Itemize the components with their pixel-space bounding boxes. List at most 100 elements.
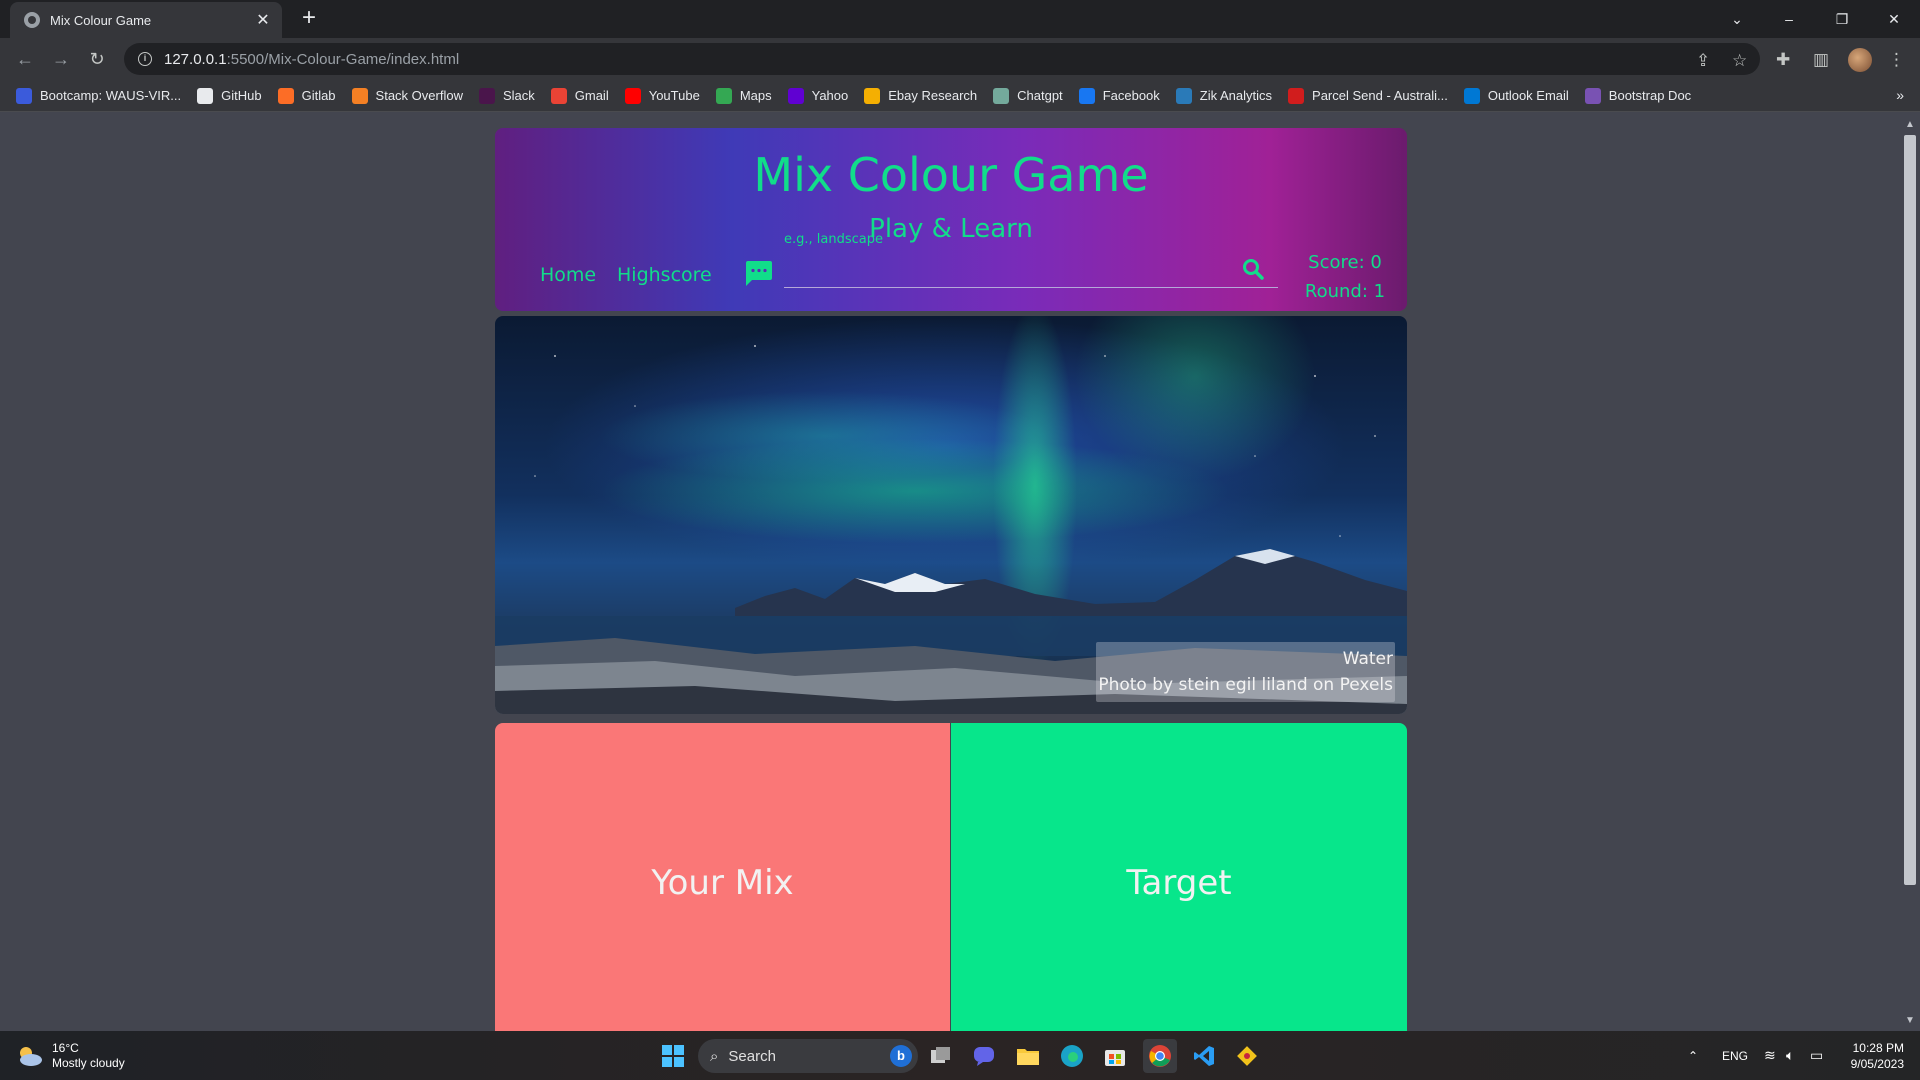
address-bar[interactable]: i 127.0.0.1:5500/Mix-Colour-Game/index.h… <box>124 43 1760 75</box>
extensions-icon[interactable]: ✚ <box>1776 50 1790 70</box>
tray-overflow-icon[interactable]: ⌃ <box>1688 1031 1698 1080</box>
bookmark-label: Parcel Send - Australi... <box>1312 88 1448 103</box>
bookmark-item[interactable]: Maps <box>715 87 772 104</box>
new-tab-button[interactable]: + <box>296 6 322 32</box>
bookmark-item[interactable]: Gmail <box>550 87 609 104</box>
taskbar-clock[interactable]: 10:28 PM 9/05/2023 <box>1832 1040 1904 1072</box>
score-display: Score: 0 <box>1308 252 1382 273</box>
yahoo-icon <box>787 87 804 104</box>
file-explorer-icon[interactable] <box>1011 1039 1045 1073</box>
side-panel-icon[interactable]: ▥ <box>1813 50 1829 70</box>
volume-icon[interactable]: 🔈︎ <box>1786 1031 1794 1080</box>
bookmark-item[interactable]: GitHub <box>197 87 262 104</box>
bookmark-label: Stack Overflow <box>375 88 463 103</box>
bookmark-item[interactable]: Slack <box>478 87 535 104</box>
bookmark-item[interactable]: Stack Overflow <box>351 87 463 104</box>
bing-icon[interactable]: b <box>890 1045 912 1067</box>
search-icon[interactable] <box>1242 258 1264 280</box>
bookmark-item[interactable]: Parcel Send - Australi... <box>1288 87 1448 104</box>
vscode-icon[interactable] <box>1187 1039 1221 1073</box>
language-indicator[interactable]: ENG <box>1722 1031 1748 1080</box>
bookmark-star-icon[interactable]: ☆ <box>1732 51 1747 71</box>
chrome-icon[interactable] <box>1143 1039 1177 1073</box>
minimize-button[interactable]: – <box>1769 4 1809 34</box>
nav-highscore-link[interactable]: Highscore <box>617 264 712 286</box>
nav-home-link[interactable]: Home <box>540 264 596 286</box>
facebook-icon <box>1078 87 1095 104</box>
tab-title: Mix Colour Game <box>50 12 152 28</box>
ebay-icon <box>864 87 881 104</box>
bookmark-item[interactable]: Chatgpt <box>993 87 1063 104</box>
bookmark-label: GitHub <box>221 88 262 103</box>
bootcamp-icon <box>16 87 32 104</box>
page-scrollbar[interactable]: ▲ ▼ <box>1900 113 1920 1031</box>
close-tab-icon[interactable]: ✕ <box>254 10 272 30</box>
maps-icon <box>715 87 732 104</box>
bookmark-item[interactable]: Bootstrap Doc <box>1584 87 1692 104</box>
your-mix-label: Your Mix <box>651 863 794 903</box>
page-subtitle: Play & Learn <box>869 214 1033 244</box>
start-menu-icon[interactable] <box>656 1039 690 1073</box>
bookmark-label: Slack <box>502 88 535 103</box>
bookmark-item[interactable]: Ebay Research <box>864 87 977 104</box>
profile-avatar[interactable] <box>1848 48 1872 72</box>
edge-icon[interactable] <box>1055 1039 1089 1073</box>
chat-icon[interactable] <box>743 259 773 287</box>
menu-icon[interactable]: ⋮ <box>1888 50 1905 70</box>
task-view-icon[interactable] <box>924 1039 958 1073</box>
taskbar-search[interactable]: ⌕ Search b <box>698 1039 918 1073</box>
page-title: Mix Colour Game <box>753 148 1149 202</box>
target-label: Target <box>1126 863 1232 903</box>
youtube-icon <box>624 87 641 104</box>
slack-icon <box>478 87 495 104</box>
scroll-down-icon[interactable]: ▼ <box>1905 1015 1915 1026</box>
battery-icon[interactable]: ▭ <box>1810 1031 1823 1080</box>
clock-time: 10:28 PM <box>1852 1041 1904 1055</box>
site-info-icon[interactable]: i <box>138 52 152 66</box>
bookmarks-overflow-icon[interactable]: » <box>1896 87 1904 103</box>
store-icon[interactable] <box>1098 1039 1132 1073</box>
back-button[interactable]: ← <box>12 46 38 72</box>
round-display: Round: 1 <box>1304 281 1386 302</box>
bookmark-label: YouTube <box>648 88 700 103</box>
bookmark-item[interactable]: Zik Analytics <box>1175 87 1273 104</box>
wifi-icon[interactable]: ≋ <box>1764 1031 1776 1080</box>
git-app-icon[interactable] <box>1230 1039 1264 1073</box>
gmail-icon <box>550 87 567 104</box>
photo-caption-title: Water <box>1342 649 1393 669</box>
browser-tab[interactable]: Mix Colour Game ✕ <box>10 2 282 38</box>
bookmark-item[interactable]: Yahoo <box>787 87 848 104</box>
image-search-input[interactable] <box>784 248 1278 288</box>
photo-credit-link[interactable]: Photo by stein egil liland on Pexels <box>1098 672 1393 698</box>
bookmark-label: Facebook <box>1102 88 1160 103</box>
chat-app-icon[interactable] <box>967 1039 1001 1073</box>
chatgpt-icon <box>993 87 1010 104</box>
your-mix-panel: Your Mix <box>495 723 950 1031</box>
bookmark-item[interactable]: Gitlab <box>277 87 336 104</box>
bookmark-item[interactable]: Bootcamp: WAUS-VIR... <box>16 87 181 104</box>
bootstrap-icon <box>1584 87 1601 104</box>
outlook-icon <box>1463 87 1480 104</box>
bookmark-item[interactable]: Facebook <box>1078 87 1160 104</box>
restore-button[interactable]: ❐ <box>1822 4 1862 34</box>
url-text: 127.0.0.1:5500/Mix-Colour-Game/index.htm… <box>164 51 459 68</box>
share-icon[interactable]: ⇪ <box>1696 51 1710 71</box>
scrollbar-thumb[interactable] <box>1904 135 1916 885</box>
weather-widget[interactable]: 16°C Mostly cloudy <box>16 1041 125 1071</box>
photo-caption: Water Photo by stein egil liland on Pexe… <box>1096 642 1395 702</box>
bookmark-label: Bootstrap Doc <box>1608 88 1692 103</box>
scroll-up-icon[interactable]: ▲ <box>1905 119 1915 130</box>
reload-button[interactable]: ↻ <box>84 46 110 72</box>
tab-search-icon[interactable]: ⌄ <box>1717 4 1757 34</box>
bookmark-item[interactable]: Outlook Email <box>1463 87 1569 104</box>
bookmark-item[interactable]: YouTube <box>624 87 700 104</box>
close-window-button[interactable]: ✕ <box>1874 4 1914 34</box>
forward-button[interactable]: → <box>48 46 74 72</box>
bookmark-label: Zik Analytics <box>1199 88 1273 103</box>
github-icon <box>197 87 214 104</box>
url-path: :5500/Mix-Colour-Game/index.html <box>226 50 460 68</box>
globe-icon <box>24 12 40 28</box>
clock-date: 9/05/2023 <box>1850 1057 1904 1071</box>
bookmark-label: Chatgpt <box>1017 88 1063 103</box>
zik-icon <box>1175 87 1192 104</box>
